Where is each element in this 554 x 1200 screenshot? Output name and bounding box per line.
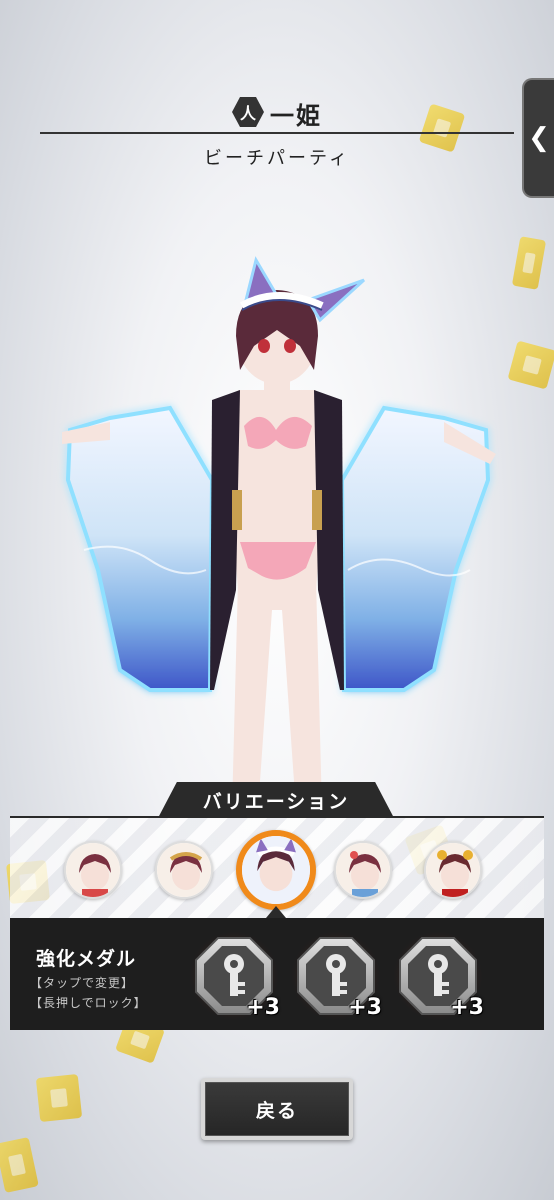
variation-header: バリエーション [158, 782, 394, 818]
medal-level: +3 [450, 995, 484, 1020]
back-button[interactable]: 戻る [201, 1078, 353, 1140]
variation-item-3[interactable] [236, 830, 316, 910]
variation-item-1[interactable] [64, 841, 122, 899]
medal-level: +3 [348, 995, 382, 1020]
avatar [157, 843, 211, 897]
variation-item-5[interactable] [424, 841, 482, 899]
avatar [336, 843, 390, 897]
class-icon: 人 [232, 96, 264, 128]
medal-slot-3[interactable]: +3 [392, 930, 484, 1022]
medal-hint-hold: 【長押しでロック】 [30, 996, 147, 1010]
header-divider [40, 132, 514, 134]
character-model[interactable] [0, 250, 554, 810]
variation-item-4[interactable] [334, 841, 392, 899]
variation-list [10, 816, 544, 920]
enhancement-medal-panel: 強化メダル 【タップで変更】 【長押しでロック】 +3 +3 +3 [10, 918, 544, 1030]
decor-tile [35, 1073, 83, 1123]
left-tassel [232, 490, 242, 530]
medal-title: 強化メダル [36, 948, 137, 970]
costume-name: ビーチパーティ [204, 148, 350, 169]
robe-left-panel [210, 390, 240, 690]
left-eye [258, 339, 270, 353]
right-tassel [312, 490, 322, 530]
chevron-left-icon: ❮ [528, 123, 550, 153]
variation-item-2[interactable] [155, 841, 213, 899]
avatar [66, 843, 120, 897]
medal-slot-1[interactable]: +3 [188, 930, 280, 1022]
avatar [242, 836, 310, 904]
avatar [426, 843, 480, 897]
selected-pointer [266, 906, 286, 918]
right-eye [284, 339, 296, 353]
medal-level: +3 [246, 995, 280, 1020]
character-header: 人 一姫 ビーチパーティ [0, 88, 554, 178]
legs [232, 580, 322, 810]
character-name: 一姫 [270, 102, 322, 130]
back-button-label: 戻る [255, 1099, 298, 1122]
medal-slot-2[interactable]: +3 [290, 930, 382, 1022]
decor-tile [0, 1137, 39, 1193]
medal-hint-tap: 【タップで変更】 [30, 976, 135, 990]
side-panel-toggle[interactable]: ❮ [522, 78, 554, 198]
robe-right-panel [314, 390, 344, 690]
